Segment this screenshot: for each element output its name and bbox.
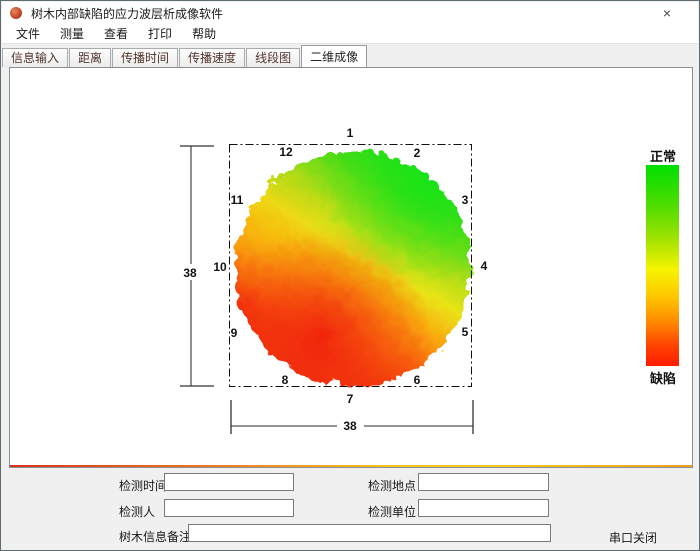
- serial-port-status: 串口关闭: [609, 529, 657, 546]
- sensor-label: 8: [282, 373, 289, 387]
- sensor-label: 9: [231, 326, 238, 340]
- width-dimension-label: 38: [343, 419, 357, 433]
- sensor-label: 7: [347, 392, 354, 406]
- detection-unit-input[interactable]: [418, 499, 549, 517]
- tree-remarks-input[interactable]: [188, 524, 551, 542]
- sensor-label: 2: [414, 146, 421, 160]
- legend-defect-label: 缺陷: [640, 368, 686, 387]
- menu-bar: 文件 测量 查看 打印 帮助: [2, 24, 698, 44]
- detection-time-label: 检测时间: [119, 477, 167, 494]
- app-icon: [10, 7, 22, 19]
- tab-propagation-speed[interactable]: 传播速度: [179, 48, 245, 67]
- window-title: 树木内部缺陷的应力波层析成像软件: [31, 5, 223, 22]
- tab-info-input[interactable]: 信息输入: [2, 48, 68, 67]
- close-icon[interactable]: ×: [654, 3, 680, 23]
- sensor-label: 6: [414, 373, 421, 387]
- menu-item-measure[interactable]: 测量: [52, 23, 92, 44]
- tab-strip: 信息输入 距离 传播时间 传播速度 线段图 二维成像: [2, 45, 698, 67]
- tab-line-graph[interactable]: 线段图: [246, 48, 300, 67]
- detection-place-label: 检测地点: [368, 477, 416, 494]
- sensor-label: 4: [481, 259, 488, 273]
- app-window: 树木内部缺陷的应力波层析成像软件 × 文件 测量 查看 打印 帮助 信息输入 距…: [0, 0, 700, 551]
- tomogram-heatmap: [232, 147, 468, 383]
- sensor-label: 11: [231, 193, 244, 207]
- title-bar: 树木内部缺陷的应力波层析成像软件 ×: [2, 2, 698, 24]
- sensor-label: 10: [213, 260, 227, 274]
- tab-propagation-time[interactable]: 传播时间: [112, 48, 178, 67]
- height-dimension-label: 38: [183, 266, 197, 280]
- menu-item-file[interactable]: 文件: [8, 23, 48, 44]
- legend-color-bar: [646, 165, 679, 366]
- tab-2d-imaging[interactable]: 二维成像: [301, 45, 367, 67]
- sensor-label: 12: [279, 145, 293, 159]
- tab-distance[interactable]: 距离: [69, 48, 111, 67]
- detection-unit-label: 检测单位: [368, 503, 416, 520]
- sensor-label: 5: [462, 325, 469, 339]
- inspector-label: 检测人: [119, 503, 155, 520]
- detection-time-input[interactable]: [164, 473, 294, 491]
- tomography-scene: 38 38 1 2 3 4 5 6 7 8 9 10 11: [10, 68, 692, 465]
- menu-item-print[interactable]: 打印: [140, 23, 180, 44]
- sensor-label: 3: [462, 193, 469, 207]
- detection-place-input[interactable]: [418, 473, 549, 491]
- inspector-input[interactable]: [164, 499, 294, 517]
- sensor-label: 1: [347, 126, 354, 140]
- tree-remarks-label: 树木信息备注: [119, 528, 191, 545]
- menu-item-view[interactable]: 查看: [96, 23, 136, 44]
- imaging-panel: 38 38 1 2 3 4 5 6 7 8 9 10 11: [9, 67, 693, 468]
- legend-normal-label: 正常: [640, 146, 686, 165]
- menu-item-help[interactable]: 帮助: [184, 23, 224, 44]
- panel-bottom-gradient: [10, 465, 692, 467]
